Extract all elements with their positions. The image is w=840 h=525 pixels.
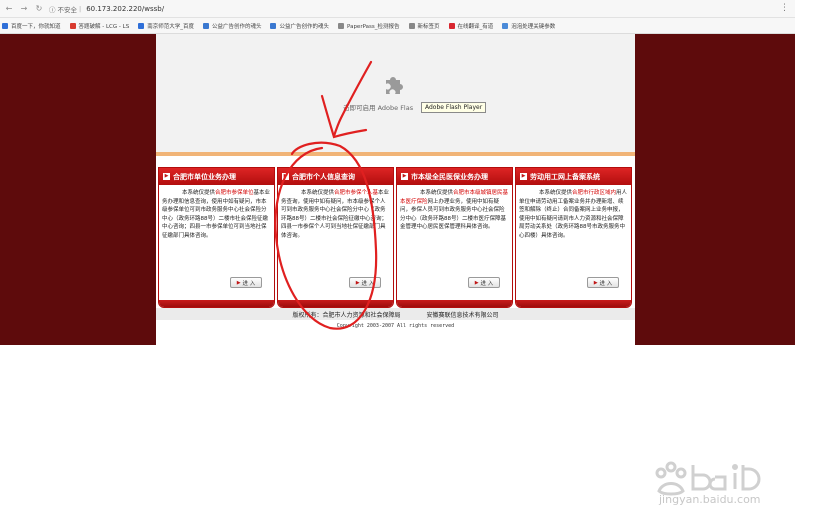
page-content: 击即可启用 Adobe Flas Adobe Flash Player ▶ 合肥…: [156, 34, 635, 345]
bookmark-favicon-icon: [138, 22, 145, 29]
panel-title-text: 合肥市个人信息查询: [292, 172, 355, 181]
bookmark-label: 泡泡处理关键参数: [511, 23, 556, 30]
description-text: 本系统仅提供: [301, 190, 335, 196]
bookmark-favicon-icon: [448, 22, 455, 29]
bookmark-favicon-icon: [202, 22, 209, 29]
enter-button[interactable]: ▶ 进 入: [349, 277, 381, 288]
description-highlight: 合肥市行政区域内: [572, 190, 617, 196]
panel-title: ▶ 合肥市单位业务办理: [159, 168, 274, 185]
puzzle-plugin-icon: [386, 77, 403, 94]
arrow-right-icon: ▶: [593, 279, 598, 286]
back-icon[interactable]: ←: [4, 3, 14, 15]
enter-button-label: 进 入: [361, 280, 375, 287]
panel-medical-insurance: ▶ 市本级全民医保业务办理 本系统仅提供合肥市本级城镇居民基本医疗保险网上办理业…: [396, 167, 513, 308]
flash-tooltip: Adobe Flash Player: [421, 102, 487, 113]
bookmark-item[interactable]: 百度一下，你就知道: [2, 22, 61, 30]
bookmark-label: 答题破解 - LCG - LS: [78, 23, 130, 30]
enter-button[interactable]: ▶ 进 入: [587, 277, 619, 288]
bookmark-label: 百度一下，你就知道: [11, 23, 61, 30]
bookmark-label: 新标签页: [417, 23, 440, 30]
address-bar: ← → ↻ ⓘ 不安全 | 60.173.202.220/wssb/ ⋮: [0, 0, 795, 18]
panel-unit-business: ▶ 合肥市单位业务办理 本系统仅提供合肥市参保单位基本业务办理和信息查询，使用中…: [158, 167, 275, 308]
description-text: 本系统仅提供: [420, 190, 454, 196]
description-highlight: 合肥市参保单位: [215, 190, 254, 196]
bookmark-item[interactable]: 答题破解 - LCG - LS: [69, 22, 130, 30]
panel-description: 本系统仅提供合肥市行政区域内用人单位申请劳动用工备案业务并办理新增、续签和解除（…: [516, 185, 631, 273]
site-footer: 版权所有：合肥市人力资源和社会保障局 安徽赛联信息技术有限公司: [156, 308, 635, 320]
bookmark-item[interactable]: PaperPass_检测报告: [338, 22, 400, 30]
bookmark-item[interactable]: 公益广告创作的魂头: [270, 22, 329, 30]
arrow-right-icon: ▶: [520, 173, 527, 180]
enter-button-label: 进 入: [599, 280, 613, 287]
bookmark-label: 公益广告创作的魂头: [279, 23, 329, 30]
description-highlight: 合肥市参保个人基: [334, 190, 379, 196]
panel-footer: [397, 300, 512, 307]
panel-description: 本系统仅提供合肥市本级城镇居民基本医疗保险网上办理业务，使用中如有疑问，参保人员…: [397, 185, 512, 273]
arrow-right-icon: ▶: [236, 279, 241, 286]
bookmark-label: 公益广告创作的魂头: [211, 23, 262, 30]
divider: [156, 152, 635, 156]
description-text: 本系统仅提供: [539, 190, 573, 196]
description-text: 本系统仅提供: [182, 190, 216, 196]
info-icon: ⓘ: [49, 5, 56, 14]
description-text: 用人单位申请劳动用工备案业务并办理新增、续签和解除（终止）合同备案网上业务申报，…: [519, 190, 628, 239]
footer-copyright-owner: 版权所有：合肥市人力资源和社会保障局: [292, 311, 401, 319]
panel-title-text: 劳动用工网上备案系统: [530, 172, 600, 181]
reload-icon[interactable]: ↻: [34, 3, 44, 15]
panel-title: ▶ 市本级全民医保业务办理: [397, 168, 512, 185]
watermark-site-text: jingyan.baidu.com: [659, 493, 761, 506]
flash-plugin-area[interactable]: 击即可启用 Adobe Flas Adobe Flash Player: [156, 34, 635, 152]
arrow-right-icon: ▶: [163, 173, 170, 180]
panel-footer: [516, 300, 631, 307]
url-field[interactable]: 60.173.202.220/wssb/: [86, 5, 164, 13]
panel-labor-filing: ▶ 劳动用工网上备案系统 本系统仅提供合肥市行政区域内用人单位申请劳动用工备案业…: [515, 167, 632, 308]
service-panels: ▶ 合肥市单位业务办理 本系统仅提供合肥市参保单位基本业务办理和信息查询，使用中…: [158, 167, 632, 308]
bookmark-favicon-icon: [2, 22, 8, 29]
copyright-text: Copyright 2003-2007 All rights reserved: [336, 323, 455, 329]
bookmark-favicon-icon: [69, 22, 76, 29]
bookmark-item[interactable]: 南京师范大学_百度: [138, 22, 194, 30]
bookmark-favicon-icon: [502, 22, 509, 29]
panel-title-text: 合肥市单位业务办理: [173, 172, 236, 181]
bookmark-favicon-icon: [408, 22, 415, 29]
bookmark-item[interactable]: 在线翻译_有道: [448, 22, 494, 30]
security-label: 不安全: [57, 5, 78, 14]
panel-title: ▶ 合肥市个人信息查询: [278, 168, 393, 185]
security-indicator[interactable]: ⓘ 不安全 |: [49, 4, 81, 14]
bookmark-label: PaperPass_检测报告: [347, 23, 400, 30]
arrow-right-icon: ▶: [282, 173, 289, 180]
forward-icon[interactable]: →: [19, 3, 29, 15]
enter-button[interactable]: ▶ 进 入: [230, 277, 262, 288]
panel-title-text: 市本级全民医保业务办理: [411, 172, 488, 181]
description-text: 本业务查询，使用中如有疑问，市本级参保个人可到市政务服务中心社会保险分中心（政务…: [281, 190, 390, 239]
flash-enable-text[interactable]: 击即可启用 Adobe Flas: [343, 102, 413, 112]
enter-button-label: 进 入: [242, 280, 256, 287]
footer-tech-support: 安徽赛联信息技术有限公司: [426, 311, 499, 319]
enter-button[interactable]: ▶ 进 入: [468, 277, 500, 288]
enter-button-label: 进 入: [480, 280, 494, 287]
separator: |: [79, 4, 82, 13]
page-background: 击即可启用 Adobe Flas Adobe Flash Player ▶ 合肥…: [0, 34, 795, 345]
browser-menu-icon[interactable]: ⋮: [780, 3, 789, 13]
bookmark-favicon-icon: [270, 22, 277, 29]
panel-personal-query: ▶ 合肥市个人信息查询 本系统仅提供合肥市参保个人基本业务查询，使用中如有疑问，…: [277, 167, 394, 308]
arrow-right-icon: ▶: [401, 173, 408, 180]
panel-title: ▶ 劳动用工网上备案系统: [516, 168, 631, 185]
description-text: 基本业务办理和信息查询，使用中如有疑问，市本级参保单位可到市政务服务中心社会保险…: [162, 190, 271, 239]
arrow-right-icon: ▶: [355, 279, 360, 286]
bookmark-label: 南京师范大学_百度: [147, 23, 194, 30]
bookmark-item[interactable]: 泡泡处理关键参数: [502, 22, 555, 30]
bookmark-favicon-icon: [338, 22, 344, 29]
bookmark-item[interactable]: 新标签页: [408, 22, 440, 30]
panel-footer: [159, 300, 274, 307]
panel-footer: [278, 300, 393, 307]
bookmarks-bar: 百度一下，你就知道 答题破解 - LCG - LS 南京师范大学_百度 公益广告创作的…: [0, 18, 795, 34]
bookmark-item[interactable]: 公益广告创作的魂头: [202, 22, 262, 30]
panel-description: 本系统仅提供合肥市参保个人基本业务查询，使用中如有疑问，市本级参保个人可到市政务…: [278, 185, 393, 273]
panel-description: 本系统仅提供合肥市参保单位基本业务办理和信息查询，使用中如有疑问，市本级参保单位…: [159, 185, 274, 273]
arrow-right-icon: ▶: [474, 279, 479, 286]
bookmark-label: 在线翻译_有道: [457, 23, 494, 30]
